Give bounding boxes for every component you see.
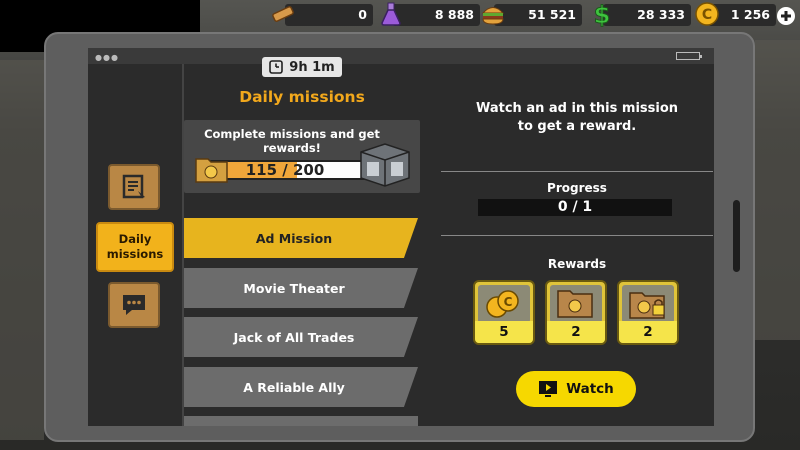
tablet-status-bar [88,48,714,64]
dollar-icon: $ [593,1,611,27]
notes-icon [122,174,145,199]
reward-count: 2 [547,321,605,343]
folder-icon [557,290,593,318]
notes-menu-button[interactable] [108,164,160,210]
mission-label: A Reliable Ally [243,379,345,395]
burger-icon [481,7,505,25]
progress-label: Progress [547,181,607,195]
folder-icon [195,158,228,183]
add-currency-button[interactable] [776,6,796,26]
reward-item-coins: C 5 [473,280,535,345]
coin-icon: C [695,2,719,26]
rewards-label: Rewards [547,257,607,271]
reward-item-locked-folder: 2 [617,280,679,345]
wood-plank-icon [272,6,294,22]
burger-currency: 51 521 [494,4,582,26]
daily-missions-menu-label: Daily missions [106,232,164,261]
reset-timer: 9h 1m [262,57,342,77]
watch-ad-button[interactable]: Watch [516,371,636,407]
watch-label: Watch [566,381,614,397]
wood-currency: 0 [285,4,373,26]
mission-item-movie-theater[interactable]: Movie Theater [184,268,418,308]
potion-currency: 8 888 [392,4,480,26]
reward-item-folder: 2 [545,280,607,345]
timer-value: 9h 1m [289,59,335,75]
potion-flask-icon [381,2,401,26]
background-scenery-left [0,60,44,440]
mission-label: Jack of All Trades [233,329,355,345]
mission-description: Watch an ad in this mission to get a rew… [475,101,679,134]
mission-item-partial[interactable] [184,416,418,426]
svg-text:C: C [504,295,513,309]
chat-icon [123,295,145,315]
tablet-side-button [733,200,740,272]
reward-slot [550,285,602,323]
reward-slot [622,285,674,323]
signal-dots-icon: ●●● [95,53,119,62]
mission-item-jack-of-all-trades[interactable]: Jack of All Trades [184,317,418,357]
clock-icon [269,60,284,74]
mission-label: Movie Theater [243,280,345,296]
divider [441,235,713,236]
svg-text:$: $ [594,1,611,27]
background-scenery-right [755,40,800,340]
reward-count: 5 [475,321,533,343]
mission-progress-value: 0 / 1 [478,199,672,216]
daily-missions-menu-button[interactable]: Daily missions [96,222,174,272]
mission-label: Ad Mission [255,230,333,246]
battery-icon [676,52,702,60]
tv-play-icon [539,381,558,397]
panel-title: Daily missions [239,88,365,106]
mission-item-a-reliable-ally[interactable]: A Reliable Ally [184,367,418,407]
chat-menu-button[interactable] [108,282,160,328]
supply-crate-icon [360,143,410,187]
svg-text:C: C [702,7,712,23]
divider [441,171,713,172]
locked-folder-icon [629,292,665,319]
cash-currency: 28 333 [603,4,691,26]
reward-count: 2 [619,321,677,343]
panel-divider [182,64,184,426]
coins-icon: C [486,290,519,318]
reward-slot: C [478,285,530,323]
mission-item-ad-mission[interactable]: Ad Mission [184,218,418,258]
